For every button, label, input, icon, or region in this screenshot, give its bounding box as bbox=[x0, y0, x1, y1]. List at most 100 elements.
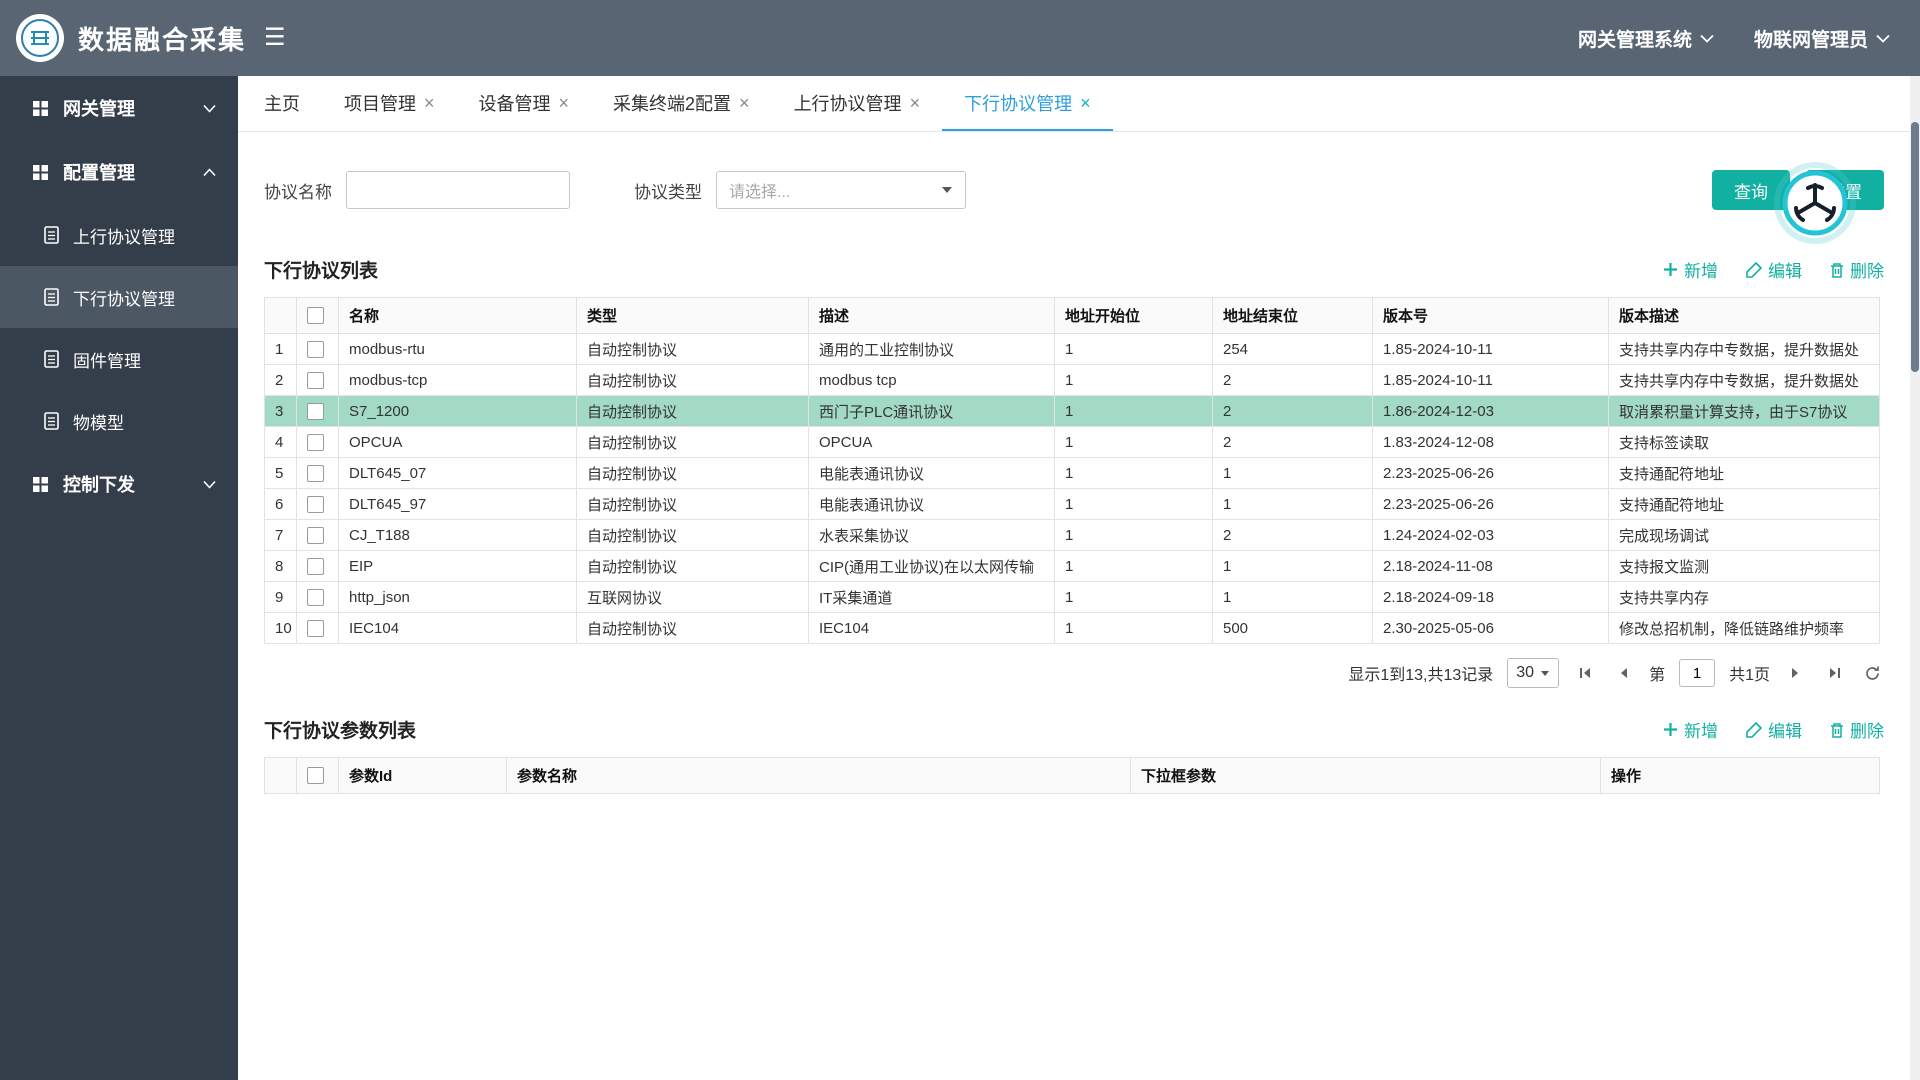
tab-项目管理[interactable]: 项目管理 × bbox=[322, 76, 457, 131]
checkbox-cell bbox=[297, 582, 339, 613]
cell-version_desc: 支持标签读取 bbox=[1609, 427, 1880, 458]
cell-type: 自动控制协议 bbox=[577, 489, 809, 520]
checkbox-cell bbox=[297, 334, 339, 365]
cell-type: 自动控制协议 bbox=[577, 458, 809, 489]
tab-上行协议管理[interactable]: 上行协议管理 × bbox=[772, 76, 943, 131]
page-size-select[interactable]: 30 bbox=[1507, 658, 1559, 688]
cell-version: 1.24-2024-02-03 bbox=[1373, 520, 1609, 551]
table-row[interactable]: 2modbus-tcp自动控制协议modbus tcp121.85-2024-1… bbox=[265, 365, 1880, 396]
param-table-empty-area bbox=[238, 794, 1910, 1014]
chevron-down-icon bbox=[203, 480, 216, 489]
sidebar-item-label: 物模型 bbox=[73, 409, 124, 434]
cell-name: EIP bbox=[339, 551, 577, 582]
table-row[interactable]: 8EIP自动控制协议CIP(通用工业协议)在以太网传输112.18-2024-1… bbox=[265, 551, 1880, 582]
row-index: 8 bbox=[265, 551, 297, 582]
close-icon[interactable]: × bbox=[739, 94, 750, 112]
row-index: 5 bbox=[265, 458, 297, 489]
sidebar-item-downlink[interactable]: 下行协议管理 bbox=[0, 266, 238, 328]
sidebar-item-uplink[interactable]: 上行协议管理 bbox=[0, 204, 238, 266]
close-icon[interactable]: × bbox=[424, 94, 435, 112]
checkbox-cell bbox=[297, 520, 339, 551]
cell-version: 2.30-2025-05-06 bbox=[1373, 613, 1609, 644]
sidebar-item-config[interactable]: 配置管理 bbox=[0, 140, 238, 204]
table-row[interactable]: 10IEC104自动控制协议IEC10415002.30-2025-05-06修… bbox=[265, 613, 1880, 644]
sidebar-item-control[interactable]: 控制下发 bbox=[0, 452, 238, 516]
protocol-name-input[interactable] bbox=[346, 171, 570, 209]
close-icon[interactable]: × bbox=[910, 94, 921, 112]
sidebar-item-model[interactable]: 物模型 bbox=[0, 390, 238, 452]
protocol-type-select[interactable]: 请选择... bbox=[716, 171, 966, 209]
edit-icon bbox=[1746, 262, 1762, 278]
prev-page-button[interactable] bbox=[1611, 661, 1635, 685]
row-checkbox[interactable] bbox=[307, 496, 324, 513]
row-checkbox[interactable] bbox=[307, 620, 324, 637]
tab-采集终端2配置[interactable]: 采集终端2配置 × bbox=[591, 76, 772, 131]
row-checkbox[interactable] bbox=[307, 465, 324, 482]
table-row[interactable]: 3S7_1200自动控制协议西门子PLC通讯协议121.86-2024-12-0… bbox=[265, 396, 1880, 427]
search-button[interactable]: 查询 bbox=[1712, 170, 1790, 210]
last-page-button[interactable] bbox=[1822, 661, 1846, 685]
edit-button[interactable]: 编辑 bbox=[1746, 257, 1802, 282]
tab-设备管理[interactable]: 设备管理 × bbox=[457, 76, 592, 131]
sidebar-item-gateway[interactable]: 网关管理 bbox=[0, 76, 238, 140]
first-page-button[interactable] bbox=[1573, 661, 1597, 685]
table-row[interactable]: 4OPCUA自动控制协议OPCUA121.83-2024-12-08支持标签读取 bbox=[265, 427, 1880, 458]
cell-type: 互联网协议 bbox=[577, 582, 809, 613]
hamburger-menu-icon[interactable]: ☰ bbox=[264, 26, 286, 50]
cell-version_desc: 支持共享内存 bbox=[1609, 582, 1880, 613]
cell-version_desc: 支持共享内存中专数据，提升数据处 bbox=[1609, 365, 1880, 396]
checkbox-cell bbox=[297, 427, 339, 458]
param-add-button[interactable]: 新增 bbox=[1663, 717, 1718, 742]
cell-addr_end: 1 bbox=[1213, 582, 1373, 613]
row-index: 3 bbox=[265, 396, 297, 427]
row-checkbox[interactable] bbox=[307, 558, 324, 575]
select-all-checkbox[interactable] bbox=[307, 307, 324, 324]
system-menu[interactable]: 网关管理系统 bbox=[1578, 25, 1714, 52]
table-row[interactable]: 9http_json互联网协议IT采集通道112.18-2024-09-18支持… bbox=[265, 582, 1880, 613]
close-icon[interactable]: × bbox=[559, 94, 570, 112]
cell-addr_end: 2 bbox=[1213, 520, 1373, 551]
protocol-type-label: 协议类型 bbox=[634, 178, 702, 203]
cell-desc: modbus tcp bbox=[809, 365, 1055, 396]
close-icon[interactable]: × bbox=[1080, 94, 1091, 112]
refresh-button[interactable] bbox=[1860, 661, 1884, 685]
column-header: 操作 bbox=[1601, 758, 1880, 794]
tab-下行协议管理[interactable]: 下行协议管理 × bbox=[942, 76, 1113, 131]
param-delete-button[interactable]: 删除 bbox=[1830, 717, 1884, 742]
row-index: 6 bbox=[265, 489, 297, 520]
page-number-input[interactable] bbox=[1679, 659, 1715, 687]
table-row[interactable]: 6DLT645_97自动控制协议电能表通讯协议112.23-2025-06-26… bbox=[265, 489, 1880, 520]
add-button[interactable]: 新增 bbox=[1663, 257, 1718, 282]
row-checkbox[interactable] bbox=[307, 434, 324, 451]
scrollbar-track[interactable] bbox=[1910, 76, 1920, 1080]
next-page-button[interactable] bbox=[1784, 661, 1808, 685]
cell-desc: 电能表通讯协议 bbox=[809, 489, 1055, 520]
row-checkbox[interactable] bbox=[307, 589, 324, 606]
row-checkbox[interactable] bbox=[307, 527, 324, 544]
param-edit-button[interactable]: 编辑 bbox=[1746, 717, 1802, 742]
app-logo bbox=[16, 14, 64, 62]
table-row[interactable]: 5DLT645_07自动控制协议电能表通讯协议112.23-2025-06-26… bbox=[265, 458, 1880, 489]
scrollbar-thumb[interactable] bbox=[1911, 122, 1919, 372]
table-row[interactable]: 7CJ_T188自动控制协议水表采集协议121.24-2024-02-03完成现… bbox=[265, 520, 1880, 551]
table-row[interactable]: 1modbus-rtu自动控制协议通用的工业控制协议12541.85-2024-… bbox=[265, 334, 1880, 365]
column-header: 类型 bbox=[577, 298, 809, 334]
select-all-checkbox[interactable] bbox=[307, 767, 324, 784]
cell-type: 自动控制协议 bbox=[577, 520, 809, 551]
delete-button[interactable]: 删除 bbox=[1830, 257, 1884, 282]
sidebar-menu: 网关管理 配置管理 上行协议管理 bbox=[0, 76, 238, 1080]
cell-addr_start: 1 bbox=[1055, 458, 1213, 489]
sidebar-item-firmware[interactable]: 固件管理 bbox=[0, 328, 238, 390]
tab-label: 采集终端2配置 bbox=[613, 90, 731, 116]
row-checkbox[interactable] bbox=[307, 341, 324, 358]
cell-version_desc: 取消累积量计算支持，由于S7协议 bbox=[1609, 396, 1880, 427]
row-index: 2 bbox=[265, 365, 297, 396]
row-checkbox[interactable] bbox=[307, 403, 324, 420]
filter-bar: 协议名称 协议类型 请选择... 查询 重置 bbox=[264, 170, 1884, 210]
tab-主页[interactable]: 主页 bbox=[242, 76, 322, 131]
user-menu[interactable]: 物联网管理员 bbox=[1754, 25, 1890, 52]
row-checkbox[interactable] bbox=[307, 372, 324, 389]
cell-addr_start: 1 bbox=[1055, 489, 1213, 520]
cell-name: S7_1200 bbox=[339, 396, 577, 427]
column-header: 地址结束位 bbox=[1213, 298, 1373, 334]
